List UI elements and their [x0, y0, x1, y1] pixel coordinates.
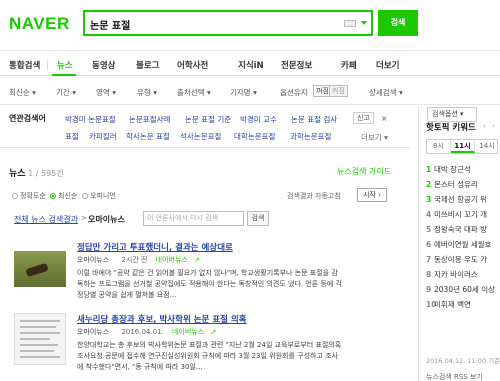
tab-integrated[interactable]: 통합검색	[9, 59, 40, 71]
tab-blog[interactable]: 블로그	[136, 59, 159, 71]
auto-refresh-start-button[interactable]: 시작 ›	[357, 188, 387, 202]
news-result-header: 뉴스 1 / 595건	[9, 166, 64, 179]
tab-expert[interactable]: 전문정보	[281, 59, 312, 71]
tab-cafe[interactable]: 카페	[341, 59, 357, 71]
hot-topic-item[interactable]: 3 국제선 항공기 위	[426, 194, 487, 205]
area-select[interactable]: 영역 ▾	[96, 87, 116, 98]
related-keyword[interactable]: 박경미 교수	[240, 114, 277, 125]
related-keyword[interactable]: 석사논문표절	[180, 131, 221, 142]
search-button[interactable]: 검색	[378, 10, 418, 36]
next-arrow-icon[interactable]: ›	[492, 122, 495, 130]
article-meta: 오마이뉴스 2016.04.01. 네이버뉴스 ↗	[77, 327, 216, 337]
naver-logo[interactable]: NAVER	[9, 14, 70, 34]
related-keyword[interactable]: 논문 표절 기준	[185, 114, 231, 125]
advanced-search[interactable]: 상세검색 ▾	[369, 87, 403, 98]
hot-topic-item[interactable]: 10이휘재 백연	[426, 299, 471, 310]
tab-news[interactable]: 뉴스	[57, 59, 73, 71]
hot-topic-item[interactable]: 7 동상이몽 우도 가	[426, 254, 487, 265]
search-options-row: 최신순 ▾ 기간 ▾ 영역 ▾ 유형 ▾ 출처선택 ▾ 기자명 ▾ 옵션유지 꺼…	[0, 77, 500, 105]
share-icon[interactable]: ↗	[194, 256, 200, 264]
related-more-link[interactable]: 더보기 ▾	[361, 132, 388, 143]
news-result-count: 1 / 595건	[28, 169, 64, 178]
share-icon[interactable]: ↗	[210, 328, 216, 336]
hot-topic-item[interactable]: 6 에버이연월 세월호	[426, 239, 492, 250]
header: NAVER 논문 표절 검색	[0, 0, 500, 48]
hot-topic-sidebar: 핫토픽 키워드 ‹ › 8시 11시 14시 1 대박 장근석 2 몬스터 성유리 …	[418, 106, 500, 381]
sort-accuracy-radio[interactable]: 정확도순	[12, 191, 46, 201]
hot-topic-item[interactable]: 4 미쓰비시 꼬기 개	[426, 209, 487, 220]
autocomplete-toggle-icon[interactable]	[361, 21, 367, 25]
related-keywords-title: 연관검색어	[9, 114, 46, 123]
source-breadcrumb: 전체 뉴스 검색결과 > 오마이뉴스 이 언론사에서 다시 검색 검색	[0, 208, 410, 230]
search-input[interactable]: 논문 표절	[90, 17, 130, 32]
time-tab-8[interactable]: 8시	[427, 140, 451, 153]
report-button[interactable]: 신고	[353, 112, 374, 124]
reporter-select[interactable]: 기자명 ▾	[230, 87, 257, 98]
related-keywords: 연관검색어 박경미 논문표절 논문표절사례 논문 표절 기준 박경미 교수 논문…	[0, 106, 410, 148]
source-search-button[interactable]: 검색	[247, 211, 269, 226]
keep-options-label: 옵션유지	[280, 88, 308, 97]
tab-kin[interactable]: 지식iN	[238, 59, 264, 71]
search-box[interactable]: 논문 표절	[83, 10, 373, 36]
related-keyword[interactable]: 과학논문표절	[290, 131, 331, 142]
auto-refresh-label: 검색결과 자동고침	[287, 192, 341, 200]
article-thumbnail[interactable]	[14, 313, 66, 365]
sort-row: 정확도순 최신순 오피니언 검색결과 자동고침 시작 ›	[0, 183, 410, 207]
close-icon[interactable]: ×	[381, 114, 387, 123]
prev-arrow-icon[interactable]: ‹	[483, 122, 486, 130]
sort-select[interactable]: 최신순 ▾	[9, 87, 36, 98]
related-keyword[interactable]: 박경미 논문표절	[65, 114, 116, 125]
related-keyword[interactable]: 표절	[65, 131, 79, 142]
source-select[interactable]: 출처선택 ▾	[177, 87, 211, 98]
hot-topic-item[interactable]: 1 대박 장근석	[426, 164, 471, 175]
hot-topic-item[interactable]: 5 정왕숙국 대파 방	[426, 224, 487, 235]
article-thumbnail[interactable]	[14, 251, 66, 287]
article-description: 한양대학교는 총 후보의 박사학위논문 표절과 관련 "지난 2월 24일 교육…	[77, 341, 342, 371]
related-keyword[interactable]: 논문 표절 검사	[291, 114, 337, 125]
article-description: 이럴 바에야 "공약 같은 건 읽어볼 필요가 없지 않나"며, 학교생활기록부…	[77, 269, 342, 299]
hot-topic-title: 핫토픽 키워드	[426, 123, 476, 133]
hot-topic-timestamp: 2016.04.12. 11:00 기준	[426, 357, 500, 365]
sort-opinion-radio[interactable]: 오피니언	[82, 191, 116, 201]
related-keyword[interactable]: 논문표절사례	[129, 114, 170, 125]
keep-options-off[interactable]: 켜짐	[329, 85, 348, 97]
hot-topic-item[interactable]: 9 2030년 60세 이상	[426, 284, 495, 295]
rss-link[interactable]: 뉴스검색 RSS 보기	[426, 372, 483, 381]
news-article: 정답만 가리고 투표했더니, 결과는 예상대로 오마이뉴스 2시간 전 네이버뉴…	[0, 241, 410, 307]
tab-divider	[47, 60, 48, 70]
time-tab-11[interactable]: 11시	[451, 140, 475, 153]
article-source[interactable]: 오마이뉴스	[77, 328, 109, 336]
period-select[interactable]: 기간 ▾	[56, 87, 76, 98]
news-article: 새누리당 총장과 후보, 박사학위 논문 표절 의혹 오마이뉴스 2016.04…	[0, 313, 410, 381]
news-search-guide-link[interactable]: 뉴스검색 가이드	[337, 166, 391, 177]
tab-dictionary[interactable]: 어학사전	[177, 59, 208, 71]
breadcrumb-arrow-icon: >	[81, 214, 87, 222]
sort-latest-radio[interactable]: 최신순	[50, 191, 77, 201]
source-search-input[interactable]: 이 언론사에서 다시 검색	[143, 211, 244, 226]
active-tab-underline	[52, 74, 76, 76]
article-source[interactable]: 오마이뉴스	[77, 256, 109, 264]
type-select[interactable]: 유형 ▾	[137, 87, 157, 98]
tab-more[interactable]: 더보기	[376, 59, 399, 71]
hot-topic-time-tabs: 8시 11시 14시	[426, 139, 498, 154]
article-time: 2016.04.01.	[121, 328, 164, 336]
breadcrumb-all-news[interactable]: 전체 뉴스 검색결과	[14, 214, 78, 225]
related-keyword[interactable]: 카피킬러	[89, 131, 117, 142]
breadcrumb-source: 오마이뉴스	[88, 215, 125, 224]
hot-topic-item[interactable]: 2 몬스터 성유리	[426, 179, 478, 190]
naver-news-link[interactable]: 네이버뉴스	[172, 328, 204, 336]
hot-topic-item[interactable]: 8 지카 바이러스	[426, 269, 478, 280]
keyboard-icon[interactable]	[344, 20, 356, 27]
related-keyword[interactable]: 학사논문 표절	[126, 131, 170, 142]
article-time: 2시간 전	[121, 256, 148, 264]
search-tabs: 통합검색 뉴스 동영상 블로그 어학사전 지식iN 전문정보 카페 더보기 검색…	[0, 50, 500, 122]
article-meta: 오마이뉴스 2시간 전 네이버뉴스 ↗	[77, 255, 200, 265]
time-tab-14[interactable]: 14시	[475, 140, 499, 153]
tab-video[interactable]: 동영상	[92, 59, 115, 71]
article-title[interactable]: 정답만 가리고 투표했더니, 결과는 예상대로	[77, 241, 233, 253]
naver-news-link[interactable]: 네이버뉴스	[156, 256, 188, 264]
news-section-title: 뉴스	[9, 169, 26, 179]
related-keyword[interactable]: 대학논문표절	[234, 131, 275, 142]
article-title[interactable]: 새누리당 총장과 후보, 박사학위 논문 표절 의혹	[77, 313, 247, 325]
